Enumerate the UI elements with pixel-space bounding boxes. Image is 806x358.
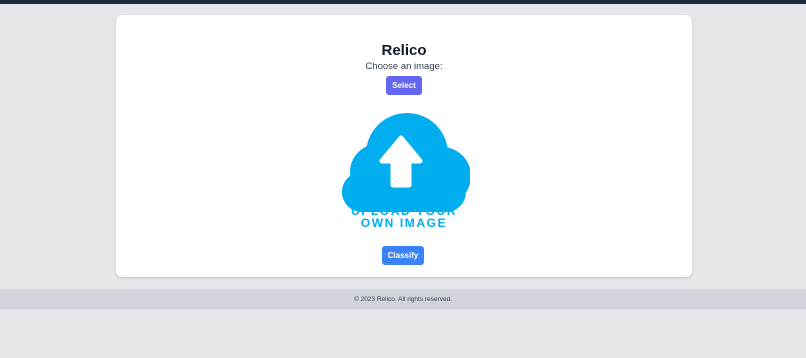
select-button[interactable]: Select [386, 76, 422, 95]
classifier-card: Relico Choose an image: Select UPLOAD YO… [116, 15, 692, 277]
footer: © 2023 Relico. All rights reserved. [0, 289, 806, 309]
page-title: Relico [381, 42, 427, 59]
top-bar [0, 0, 806, 4]
choose-image-label: Choose an image: [365, 61, 443, 72]
classify-button[interactable]: Classify [382, 246, 424, 265]
copyright-text: © 2023 Relico. All rights reserved. [353, 295, 452, 303]
upload-caption: UPLOAD YOUR OWN IMAGE [116, 205, 692, 229]
upload-caption-line-2: OWN IMAGE [360, 216, 448, 230]
